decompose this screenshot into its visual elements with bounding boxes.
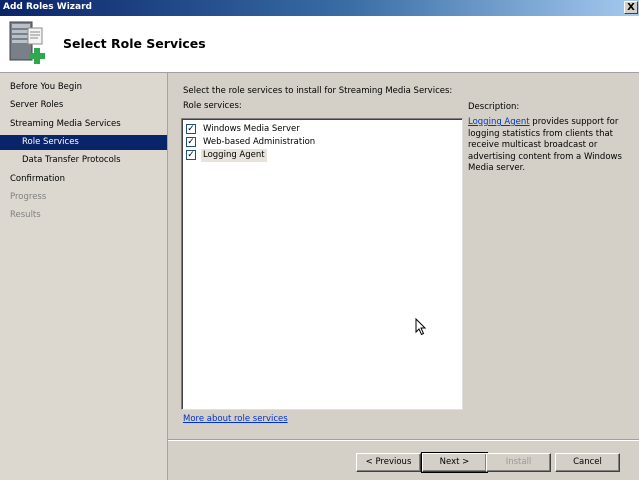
nav-item-streaming-media-services[interactable]: Streaming Media Services	[0, 117, 167, 132]
server-role-add-icon	[9, 21, 45, 64]
window-title: Add Roles Wizard	[3, 2, 92, 12]
checkbox-web-based-administration[interactable]: ✓	[186, 137, 196, 147]
nav-item-server-roles[interactable]: Server Roles	[0, 98, 167, 113]
checkbox-windows-media-server[interactable]: ✓	[186, 124, 196, 134]
role-services-label: Role services:	[183, 101, 242, 111]
nav-item-before-you-begin[interactable]: Before You Begin	[0, 80, 167, 95]
nav-item-role-services[interactable]: Role Services	[0, 135, 167, 150]
install-button: Install	[486, 453, 551, 472]
instruction-text: Select the role services to install for …	[183, 86, 453, 96]
description-label: Description:	[468, 102, 520, 112]
nav-item-results: Results	[10, 210, 41, 220]
description-text: Logging Agent provides support for loggi…	[468, 117, 628, 175]
wizard-content: Select the role services to install for …	[168, 73, 639, 480]
divider	[168, 439, 639, 441]
nav-item-progress: Progress	[10, 192, 47, 202]
previous-button[interactable]: < Previous	[356, 453, 421, 472]
list-item-label: Windows Media Server	[203, 124, 300, 134]
list-item-label: Web-based Administration	[203, 137, 316, 147]
checkbox-logging-agent[interactable]: ✓	[186, 150, 196, 160]
cancel-button[interactable]: Cancel	[555, 453, 620, 472]
wizard-steps-pane: Before You Begin Server Roles Streaming …	[0, 73, 168, 480]
close-button[interactable]: X	[624, 1, 638, 14]
next-button[interactable]: Next >	[421, 452, 488, 473]
page-title: Select Role Services	[63, 36, 206, 51]
nav-item-data-transfer-protocols[interactable]: Data Transfer Protocols	[0, 153, 167, 168]
more-about-role-services-link[interactable]: More about role services	[183, 414, 288, 424]
wizard-header: Select Role Services	[0, 16, 639, 73]
mouse-pointer-icon	[415, 318, 427, 336]
list-item-label: Logging Agent	[201, 149, 267, 162]
nav-item-confirmation[interactable]: Confirmation	[0, 172, 167, 187]
role-services-list[interactable]: ✓ Windows Media Server ✓ Web-based Admin…	[181, 118, 463, 410]
description-link[interactable]: Logging Agent	[468, 117, 530, 127]
title-bar: Add Roles Wizard X	[0, 0, 639, 16]
